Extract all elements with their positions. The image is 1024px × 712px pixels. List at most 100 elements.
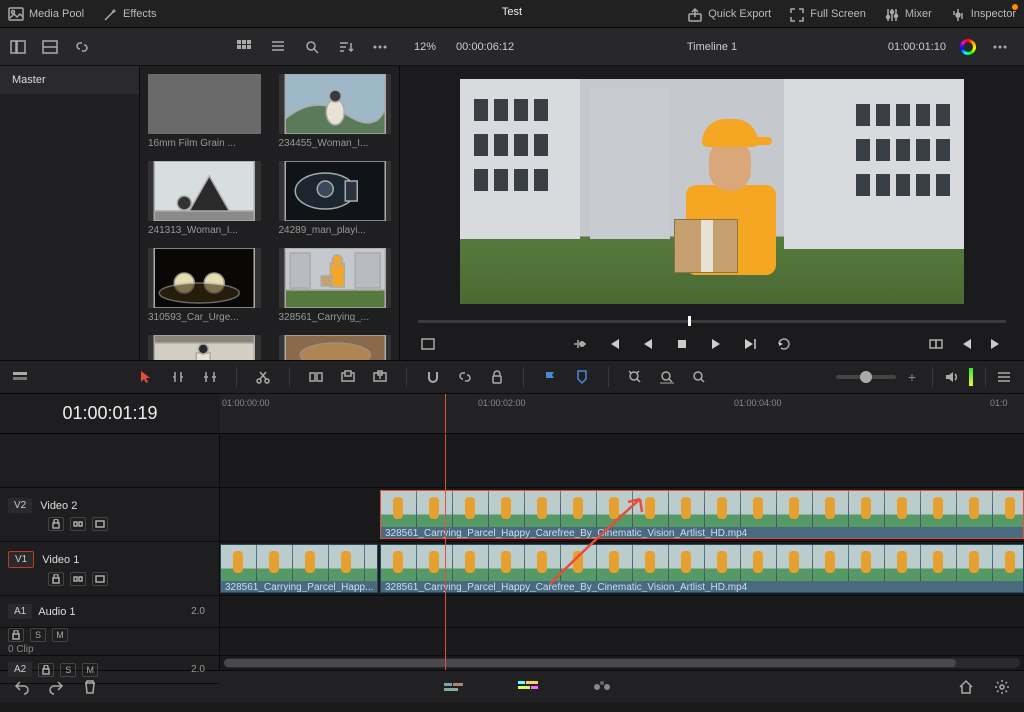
track-tag[interactable]: A1 (8, 604, 32, 619)
track-header-a1[interactable]: A1 Audio 1 2.0 (0, 596, 219, 628)
effects-tab[interactable]: Effects (102, 7, 156, 21)
layout-a-button[interactable] (8, 38, 28, 56)
timeline-view-options[interactable] (10, 368, 30, 386)
grid-view-button[interactable] (234, 38, 254, 56)
color-wheel-icon[interactable] (960, 39, 976, 55)
replace-clip-button[interactable] (370, 368, 390, 386)
marker-button[interactable] (572, 368, 592, 386)
media-pool-tab[interactable]: Media Pool (8, 7, 84, 21)
pool-clip[interactable]: 24289_man_playi... (279, 161, 392, 236)
timeline-menu-button[interactable] (994, 368, 1014, 386)
enable-track-icon[interactable] (92, 572, 108, 586)
mute-track-button[interactable]: M (52, 628, 68, 642)
loop-button[interactable] (774, 335, 794, 353)
last-frame-button[interactable] (740, 335, 760, 353)
mixer-button[interactable]: Mixer (884, 7, 932, 21)
stop-button[interactable] (672, 335, 692, 353)
position-lock-button[interactable] (487, 368, 507, 386)
trim-tool[interactable] (168, 368, 188, 386)
pool-clip[interactable]: 241313_Woman_I... (148, 161, 261, 236)
dynamic-trim-tool[interactable] (200, 368, 220, 386)
master-bin[interactable]: Master (0, 66, 139, 94)
overwrite-clip-button[interactable] (338, 368, 358, 386)
link-button[interactable] (72, 38, 92, 56)
track-v1[interactable]: 328561_Carrying_Parcel_Happ... 328561_Ca… (220, 542, 1024, 596)
track-content[interactable]: 328561_Carrying_Parcel_Happy_Carefree_By… (220, 434, 1024, 670)
selection-tool[interactable] (136, 368, 156, 386)
list-view-button[interactable] (268, 38, 288, 56)
lock-icon[interactable] (38, 663, 54, 677)
enable-track-icon[interactable] (92, 517, 108, 531)
home-button[interactable] (956, 678, 976, 696)
fusion-page-button[interactable] (590, 677, 614, 697)
cut-page-button[interactable] (442, 677, 466, 697)
blade-tool[interactable] (253, 368, 273, 386)
go-to-in-icon[interactable] (956, 335, 976, 353)
viewer-canvas[interactable] (460, 79, 964, 304)
inspector-button[interactable]: Inspector (950, 7, 1016, 21)
mute-track-button[interactable]: M (82, 663, 98, 677)
zoom-full-button[interactable] (625, 368, 645, 386)
timeline-timecode[interactable]: 01:00:01:19 (0, 394, 220, 433)
go-to-out-icon[interactable] (986, 335, 1006, 353)
link-selection-button[interactable] (455, 368, 475, 386)
playhead-marker[interactable] (445, 394, 446, 433)
track-a1[interactable] (220, 596, 1024, 628)
sort-button[interactable] (336, 38, 356, 56)
solo-button[interactable]: S (30, 628, 46, 642)
solo-button[interactable]: S (60, 663, 76, 677)
timeline-clip-v1a[interactable]: 328561_Carrying_Parcel_Happ... (220, 544, 378, 593)
track-header-v1[interactable]: V1Video 1 (0, 542, 219, 596)
search-button[interactable] (302, 38, 322, 56)
zoom-slider[interactable] (836, 375, 896, 379)
track-a1-sub[interactable] (220, 628, 1024, 656)
match-frame-icon[interactable] (926, 335, 946, 353)
zoom-plus[interactable]: + (908, 369, 916, 385)
insert-clip-button[interactable] (306, 368, 326, 386)
timeline-name[interactable]: Timeline 1 (594, 41, 830, 53)
timeline-ruler[interactable]: 01:00:00:00 01:00:02:00 01:00:04:00 01:0 (220, 394, 1024, 433)
quick-export-button[interactable]: Quick Export (687, 7, 771, 21)
timeline-clip-v1b[interactable]: 328561_Carrying_Parcel_Happy_Carefree_By… (380, 544, 1024, 593)
zoom-detail-button[interactable] (657, 368, 677, 386)
edit-page-button[interactable] (516, 677, 540, 697)
pool-options-button[interactable] (370, 38, 390, 56)
pool-clip[interactable] (148, 335, 261, 360)
play-button[interactable] (706, 335, 726, 353)
pool-clip[interactable] (279, 335, 392, 360)
snap-button[interactable] (423, 368, 443, 386)
track-tag[interactable]: A2 (8, 662, 32, 677)
lock-icon[interactable] (48, 517, 64, 531)
pool-clip[interactable]: 16mm Film Grain ... (148, 74, 261, 149)
playhead[interactable] (445, 434, 446, 670)
viewer-options-button[interactable] (990, 38, 1010, 56)
timeline-scrollbar[interactable] (224, 658, 1020, 668)
track-tag[interactable]: V1 (8, 551, 34, 568)
layout-b-button[interactable] (40, 38, 60, 56)
track-header-v2[interactable]: V2Video 2 (0, 488, 219, 542)
prev-keyframe-icon[interactable] (570, 335, 590, 353)
zoom-custom-button[interactable] (689, 368, 709, 386)
viewer-scrub-bar[interactable] (418, 314, 1006, 328)
reverse-play-button[interactable] (638, 335, 658, 353)
flag-button[interactable] (540, 368, 560, 386)
safe-area-icon[interactable] (418, 335, 438, 353)
settings-button[interactable] (992, 678, 1012, 696)
auto-select-icon[interactable] (70, 572, 86, 586)
pool-clip[interactable]: 310593_Car_Urge... (148, 248, 261, 323)
full-screen-button[interactable]: Full Screen (789, 7, 866, 21)
pool-clip[interactable]: 328561_Carrying_... (279, 248, 392, 323)
undo-button[interactable] (12, 678, 32, 696)
lock-icon[interactable] (8, 628, 24, 642)
redo-button[interactable] (46, 678, 66, 696)
track-v2[interactable]: 328561_Carrying_Parcel_Happy_Carefree_By… (220, 488, 1024, 542)
delete-button[interactable] (80, 678, 100, 696)
auto-select-icon[interactable] (70, 517, 86, 531)
mute-button[interactable] (941, 368, 961, 386)
pool-clip[interactable]: 234455_Woman_I... (279, 74, 392, 149)
first-frame-button[interactable] (604, 335, 624, 353)
track-tag[interactable]: V2 (8, 498, 32, 513)
timeline-clip-v2[interactable]: 328561_Carrying_Parcel_Happy_Carefree_By… (380, 490, 1024, 539)
viewer-zoom[interactable]: 12% (414, 41, 436, 53)
lock-icon[interactable] (48, 572, 64, 586)
